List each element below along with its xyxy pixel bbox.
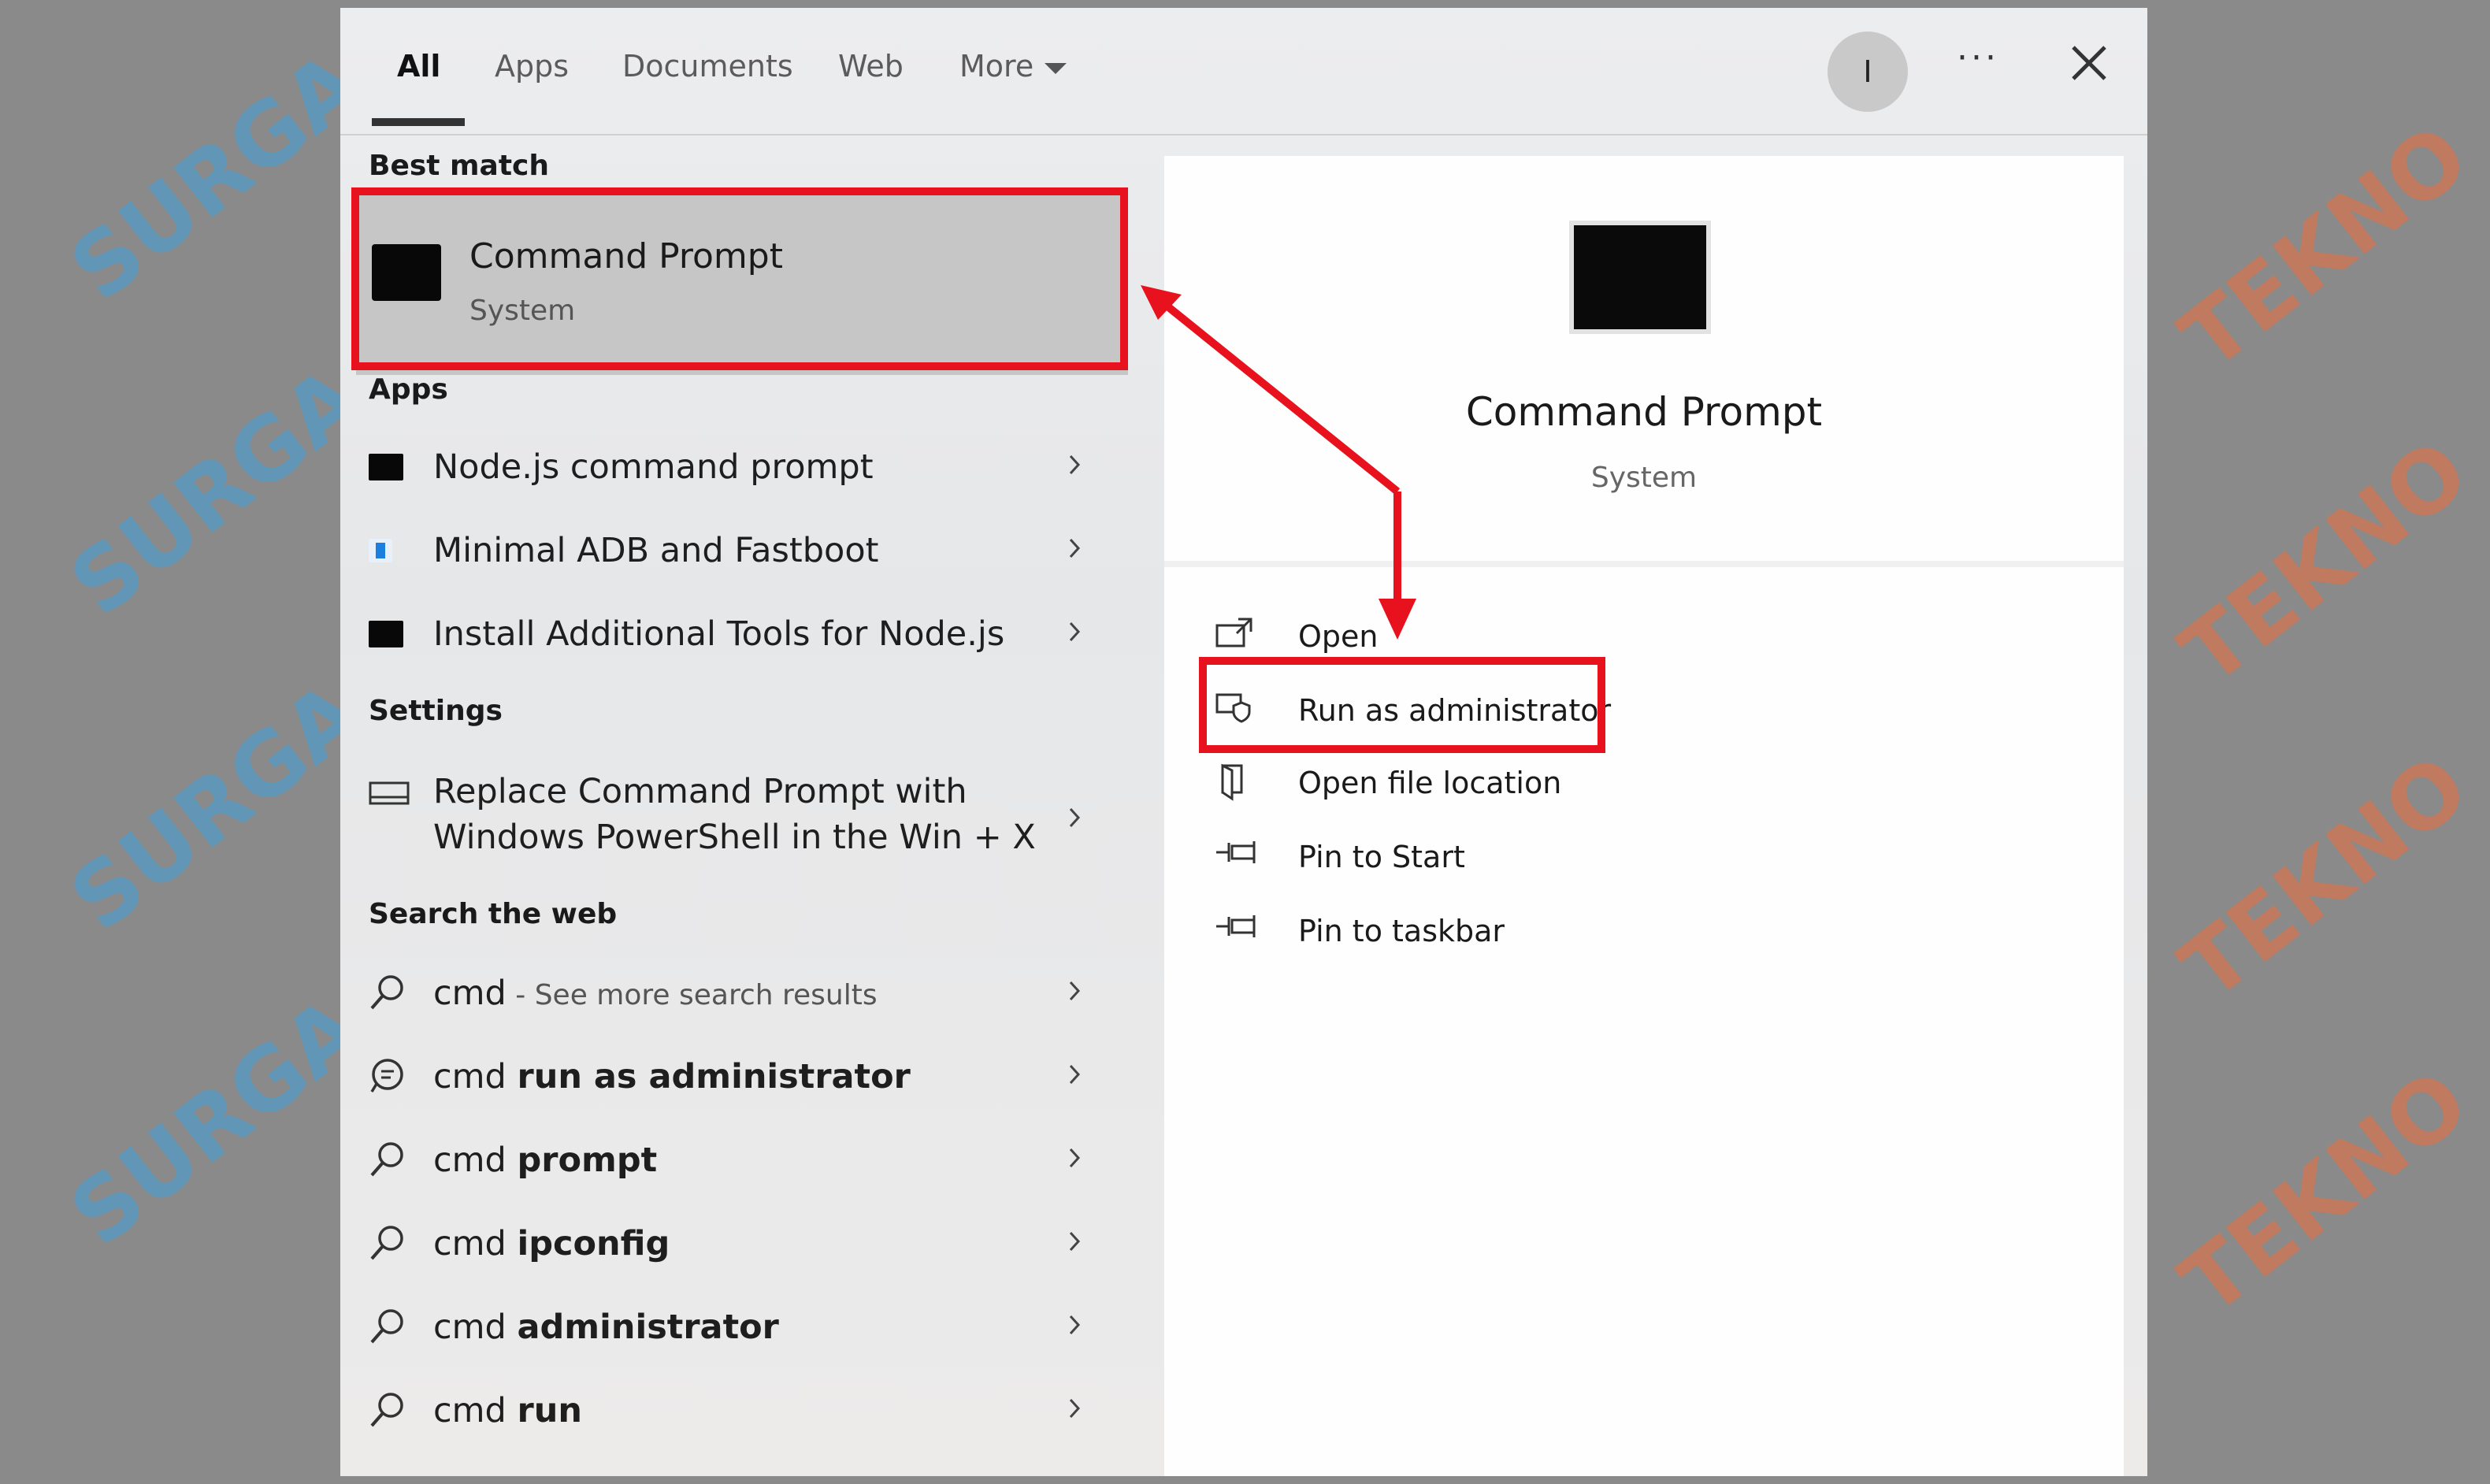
search-icon <box>370 975 403 1010</box>
section-best-match: Best match <box>369 150 550 182</box>
web-search-prefix: cmd <box>433 1308 518 1347</box>
watermark-text: TEKNO <box>2162 105 2486 390</box>
web-search-bold: administrator <box>517 1308 779 1347</box>
watermark-text: SURGA <box>52 347 380 636</box>
search-icon <box>370 1393 403 1427</box>
chevron-right-icon <box>1069 1064 1081 1085</box>
pin-icon <box>1216 915 1256 937</box>
chevron-right-icon <box>1069 1398 1081 1419</box>
watermark-text: TEKNO <box>2162 1050 2486 1335</box>
watermark-text: SURGA <box>52 662 380 951</box>
tab-all[interactable]: All <box>397 49 440 83</box>
chevron-right-icon <box>1069 1315 1081 1335</box>
settings-window-icon <box>369 781 410 805</box>
search-tabs-bar: All Apps Documents Web More I ··· <box>340 8 2147 135</box>
section-settings: Settings <box>369 695 503 727</box>
tab-more[interactable]: More <box>959 49 1067 83</box>
chevron-right-icon <box>1069 538 1081 558</box>
watermark-text: SURGA <box>52 32 380 321</box>
command-prompt-large-icon <box>1569 221 1711 334</box>
terminal-icon <box>369 621 403 647</box>
active-tab-indicator <box>372 118 465 126</box>
list-item-label: Minimal ADB and Fastboot <box>433 531 879 570</box>
tab-documents[interactable]: Documents <box>622 49 793 83</box>
action-label: Open file location <box>1298 766 1562 800</box>
action-label: Pin to taskbar <box>1298 914 1505 948</box>
search-icon <box>370 1142 403 1177</box>
caret-down-icon <box>1045 62 1067 74</box>
settings-item-line2: Windows PowerShell in the Win + X <box>433 818 1036 857</box>
pin-icon <box>1216 841 1256 863</box>
action-label: Pin to Start <box>1298 840 1465 874</box>
web-search-item[interactable]: cmd administrator <box>340 1286 1144 1369</box>
detail-title: Command Prompt <box>1465 389 1823 435</box>
watermark-text: SURGA <box>52 978 380 1266</box>
tab-apps[interactable]: Apps <box>495 49 569 83</box>
tab-web[interactable]: Web <box>838 49 904 83</box>
web-search-bold: run <box>517 1391 582 1430</box>
adb-app-icon <box>369 539 392 562</box>
best-match-highlight-box <box>351 187 1128 370</box>
run-as-admin-highlight-box <box>1199 657 1605 753</box>
more-options-icon[interactable]: ··· <box>1957 38 1999 78</box>
web-search-prefix: cmd <box>433 1057 518 1096</box>
section-search-web: Search the web <box>369 898 618 930</box>
chevron-right-icon <box>1069 1148 1081 1168</box>
watermark-text: TEKNO <box>2162 735 2486 1020</box>
web-search-bold: prompt <box>517 1141 658 1180</box>
open-icon <box>1215 618 1252 647</box>
action-pin-to-taskbar[interactable]: Pin to taskbar <box>1164 895 1952 967</box>
settings-item[interactable]: Replace Command Prompt with Windows Powe… <box>340 761 1144 874</box>
web-search-prefix: cmd <box>433 1224 518 1263</box>
web-search-item[interactable]: cmd prompt <box>340 1119 1144 1202</box>
web-search-prefix: cmd <box>433 1391 518 1430</box>
chevron-right-icon <box>1069 454 1081 475</box>
web-search-item[interactable]: cmd run as administrator <box>340 1035 1144 1119</box>
action-label: Open <box>1298 619 1379 654</box>
search-icon <box>370 1226 403 1260</box>
detail-pane: Command Prompt System Open Run as admini… <box>1164 156 2124 1476</box>
web-search-item[interactable]: cmd - See more search results <box>340 952 1144 1035</box>
chevron-right-icon <box>1069 621 1081 642</box>
windows-search-panel: All Apps Documents Web More I ··· Best m… <box>340 8 2147 1476</box>
chevron-right-icon <box>1069 807 1081 828</box>
action-open-file-location[interactable]: Open file location <box>1164 747 1952 819</box>
close-icon[interactable] <box>2058 32 2121 95</box>
web-search-term: cmd <box>433 974 507 1013</box>
web-search-bold: run as administrator <box>517 1057 911 1096</box>
user-avatar[interactable]: I <box>1828 32 1908 112</box>
watermark-text: TEKNO <box>2162 420 2486 705</box>
list-item[interactable]: Minimal ADB and Fastboot <box>340 509 1144 592</box>
search-icon <box>370 1309 403 1344</box>
chevron-right-icon <box>1069 1231 1081 1252</box>
file-location-icon <box>1221 763 1243 801</box>
web-search-prefix: cmd <box>433 1141 518 1180</box>
terminal-icon <box>369 454 403 480</box>
tab-more-label: More <box>959 49 1034 83</box>
web-search-item[interactable]: cmd ipconfig <box>340 1202 1144 1286</box>
section-apps: Apps <box>369 373 448 406</box>
chat-search-icon <box>370 1059 403 1093</box>
web-search-hint: - See more search results <box>506 979 878 1011</box>
settings-item-line1: Replace Command Prompt with <box>433 772 967 811</box>
list-item-label: Install Additional Tools for Node.js <box>433 614 1005 654</box>
list-item[interactable]: Install Additional Tools for Node.js <box>340 592 1144 676</box>
web-search-bold: ipconfig <box>517 1224 670 1263</box>
action-pin-to-start[interactable]: Pin to Start <box>1164 821 1952 893</box>
list-item-label: Node.js command prompt <box>433 447 874 487</box>
divider <box>1164 561 2124 567</box>
web-search-item[interactable]: cmd run <box>340 1369 1144 1452</box>
detail-subtitle: System <box>1590 462 1698 494</box>
list-item[interactable]: Node.js command prompt <box>340 425 1144 509</box>
chevron-right-icon <box>1069 981 1081 1001</box>
